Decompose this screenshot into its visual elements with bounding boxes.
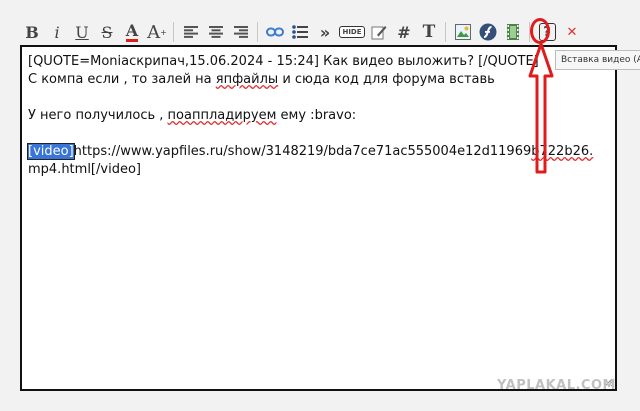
text-line: С компа если , то залей на япфайлы и сюд… bbox=[28, 72, 495, 87]
font-color-icon: A bbox=[125, 20, 139, 42]
underline-button[interactable]: U bbox=[70, 20, 94, 44]
help-icon: ? bbox=[538, 23, 556, 41]
video-code-line: mp4.html[/video] bbox=[28, 162, 141, 177]
flash-icon bbox=[479, 23, 497, 41]
italic-button[interactable]: i bbox=[45, 20, 69, 44]
font-size-icon: A bbox=[147, 21, 161, 43]
font-color-button[interactable]: A bbox=[120, 20, 144, 44]
align-center-icon bbox=[209, 26, 223, 38]
help-button[interactable]: ? bbox=[535, 20, 559, 44]
quote-button[interactable]: » bbox=[313, 20, 337, 44]
list-button[interactable] bbox=[288, 20, 312, 44]
code-button[interactable]: # bbox=[392, 20, 416, 44]
quote-line: [QUOTE=Moniaскрипач,15.06.2024 - 15:24] … bbox=[28, 54, 539, 69]
toolbar-separator bbox=[173, 22, 174, 42]
insert-flash-button[interactable] bbox=[476, 20, 500, 44]
hide-icon: HIDE bbox=[339, 26, 365, 38]
text-line: У него получилось , поаппладируем ему :b… bbox=[28, 108, 357, 123]
video-code-line: [video]https://www.yapfiles.ru/show/3148… bbox=[27, 143, 594, 160]
image-icon bbox=[455, 24, 471, 40]
strikethrough-button[interactable]: S bbox=[95, 20, 119, 44]
insert-image-button[interactable] bbox=[451, 20, 475, 44]
bold-button[interactable]: B bbox=[20, 20, 44, 44]
list-icon bbox=[292, 25, 308, 39]
toolbar-separator bbox=[445, 22, 446, 42]
editor-toolbar: B i U S A A + » HIDE # T ? ✕ bbox=[20, 18, 618, 46]
close-button[interactable]: ✕ bbox=[560, 20, 584, 44]
link-button[interactable] bbox=[263, 20, 287, 44]
misspelled-word: япфайлы bbox=[215, 72, 279, 87]
font-face-button[interactable]: T bbox=[417, 20, 441, 44]
insert-video-button[interactable] bbox=[501, 20, 525, 44]
align-left-button[interactable] bbox=[179, 20, 203, 44]
toolbar-separator bbox=[529, 22, 530, 42]
selected-video-tag: [video] bbox=[27, 143, 75, 160]
misspelled-word: поаппладируем bbox=[167, 108, 277, 123]
watermark: YAPLAKAL.COM bbox=[497, 378, 616, 393]
font-size-button[interactable]: A + bbox=[145, 20, 169, 44]
align-right-button[interactable] bbox=[229, 20, 253, 44]
align-right-icon bbox=[234, 26, 248, 38]
align-left-icon bbox=[184, 26, 198, 38]
align-center-button[interactable] bbox=[204, 20, 228, 44]
hide-button[interactable]: HIDE bbox=[338, 20, 366, 44]
video-film-icon bbox=[507, 24, 519, 40]
message-textarea[interactable]: [QUOTE=Moniaскрипач,15.06.2024 - 15:24] … bbox=[20, 45, 617, 391]
link-icon bbox=[266, 27, 284, 37]
spoiler-button[interactable] bbox=[367, 20, 391, 44]
toolbar-separator bbox=[257, 22, 258, 42]
tooltip: Вставка видео (Alt bbox=[555, 50, 640, 70]
edit-note-icon bbox=[371, 26, 387, 40]
editor-content: [QUOTE=Moniaскрипач,15.06.2024 - 15:24] … bbox=[27, 53, 611, 179]
